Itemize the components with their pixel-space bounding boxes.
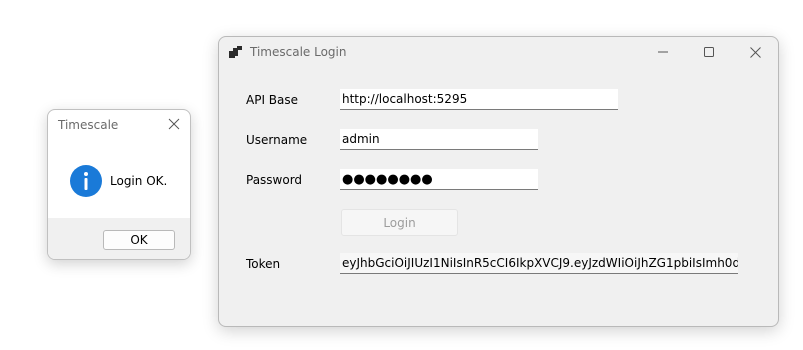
close-icon (749, 46, 761, 58)
ok-button[interactable]: OK (103, 230, 175, 250)
close-button[interactable] (732, 37, 778, 67)
title-bar[interactable]: Timescale Login (219, 37, 778, 67)
login-window: Timescale Login API Base http://localhos… (218, 36, 779, 327)
api-base-label: API Base (246, 93, 299, 107)
login-button[interactable]: Login (341, 209, 458, 236)
api-base-input[interactable]: http://localhost:5295 (340, 89, 618, 110)
dialog-footer: OK (48, 218, 190, 259)
maximize-icon (704, 47, 714, 57)
password-input[interactable]: ●●●●●●●● (340, 169, 538, 190)
maximize-button[interactable] (686, 37, 732, 67)
dialog-message: Login OK. (110, 174, 168, 188)
token-label: Token (246, 257, 281, 271)
dialog-title: Timescale (58, 118, 119, 132)
info-icon (70, 165, 102, 197)
password-label: Password (246, 173, 303, 187)
minimize-button[interactable] (640, 37, 686, 67)
app-icon (229, 46, 242, 58)
window-title: Timescale Login (250, 45, 347, 59)
close-icon[interactable] (166, 116, 182, 132)
message-dialog: Timescale Login OK. OK (47, 109, 191, 260)
username-label: Username (246, 133, 308, 147)
minimize-icon (658, 51, 668, 53)
username-input[interactable]: admin (340, 129, 538, 150)
token-input[interactable]: eyJhbGciOiJIUzI1NiIsInR5cCI6IkpXVCJ9.eyJ… (340, 253, 738, 274)
